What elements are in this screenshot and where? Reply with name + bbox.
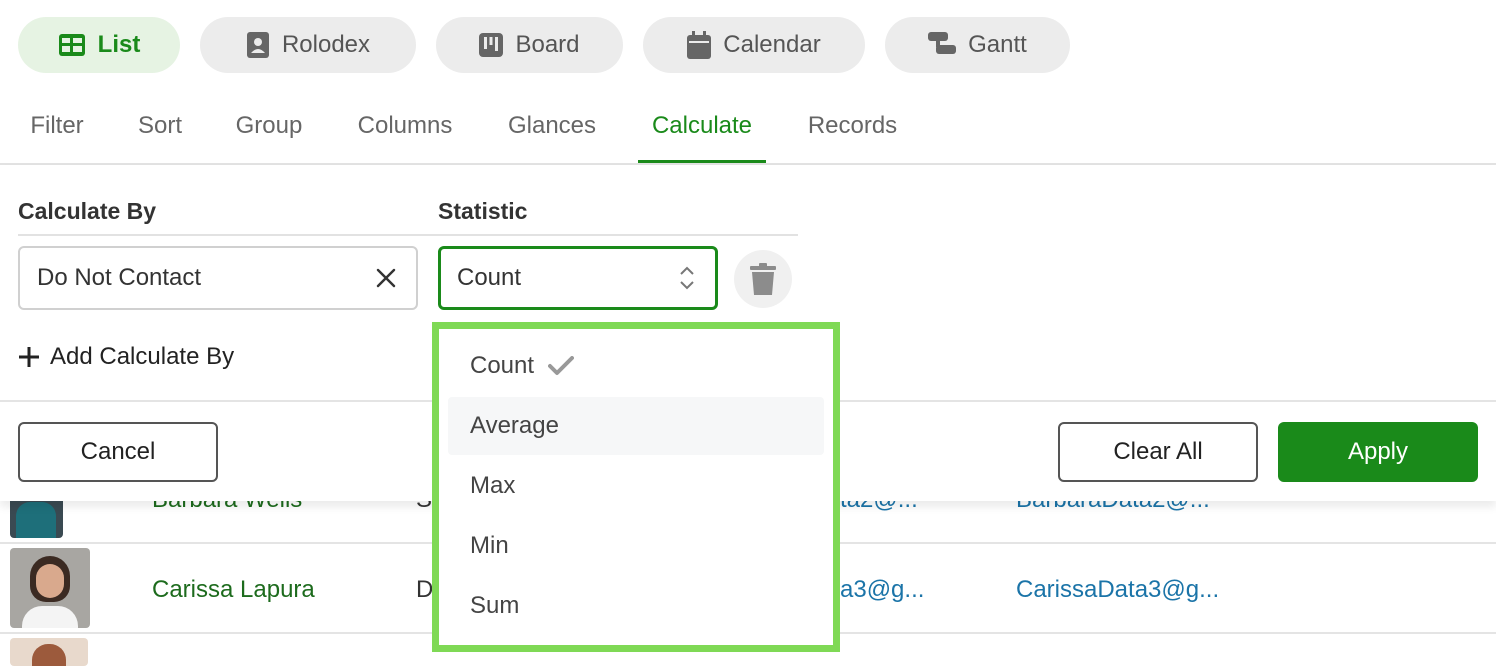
add-calculate-by-label: Add Calculate By	[50, 343, 235, 370]
tab-group[interactable]: Group	[233, 112, 305, 164]
view-rolodex-button[interactable]: Rolodex	[200, 17, 416, 73]
tab-glances-label: Glances	[507, 112, 597, 139]
checkmark-icon	[548, 356, 575, 375]
calendar-icon	[687, 31, 712, 59]
tab-group-label: Group	[235, 112, 303, 139]
tab-filter[interactable]: Filter	[28, 112, 86, 164]
tab-glances[interactable]: Glances	[506, 112, 598, 164]
tab-sort-label: Sort	[137, 112, 182, 139]
view-calendar-button[interactable]: Calendar	[643, 17, 865, 73]
tab-columns[interactable]: Columns	[355, 112, 455, 164]
statistic-dropdown-menu: Count Average Max Min Sum	[432, 322, 840, 652]
option-average-label: Average	[470, 412, 559, 439]
view-rolodex-label: Rolodex	[281, 31, 371, 58]
option-max-label: Max	[470, 472, 516, 499]
apply-button[interactable]: Apply	[1278, 422, 1478, 482]
option-average[interactable]: Average	[448, 397, 824, 455]
clear-all-button[interactable]: Clear All	[1058, 422, 1258, 482]
option-sum-label: Sum	[470, 592, 520, 619]
view-list-label: List	[97, 31, 141, 58]
tab-calculate-label: Calculate	[651, 112, 753, 139]
trash-icon	[750, 263, 776, 295]
statistic-heading: Statistic	[438, 198, 528, 224]
kanban-board-icon	[479, 33, 504, 57]
header-divider	[18, 234, 798, 236]
row-email-link[interactable]: CarissaData3@g...	[1016, 576, 1219, 604]
chevron-up-down-icon	[680, 266, 694, 290]
view-list-button[interactable]: List	[18, 17, 180, 73]
gantt-icon	[928, 32, 957, 54]
tab-records[interactable]: Records	[806, 112, 899, 164]
tab-records-label: Records	[807, 112, 898, 139]
option-min-label: Min	[470, 532, 509, 559]
avatar	[10, 548, 90, 628]
row-field: D	[416, 576, 434, 603]
option-sum[interactable]: Sum	[448, 577, 824, 635]
tab-filter-label: Filter	[30, 112, 84, 139]
tab-calculate[interactable]: Calculate	[638, 112, 766, 164]
view-gantt-button[interactable]: Gantt	[885, 17, 1070, 73]
statistic-value: Count	[457, 264, 522, 291]
table-icon	[58, 34, 85, 56]
avatar	[10, 638, 88, 666]
view-calendar-label: Calendar	[723, 31, 821, 58]
contact-card-icon	[246, 32, 269, 58]
calculate-by-select[interactable]: Do Not Contact	[18, 246, 418, 310]
row-name[interactable]: Carissa Lapura	[152, 576, 315, 604]
view-gantt-label: Gantt	[968, 31, 1027, 58]
plus-icon	[19, 347, 39, 367]
cancel-button[interactable]: Cancel	[18, 422, 218, 482]
add-calculate-by-button[interactable]: Add Calculate By	[18, 340, 234, 374]
option-min[interactable]: Min	[448, 517, 824, 575]
view-board-button[interactable]: Board	[436, 17, 623, 73]
calculate-by-value: Do Not Contact	[37, 264, 202, 291]
statistic-select[interactable]: Count	[438, 246, 718, 310]
option-max[interactable]: Max	[448, 457, 824, 515]
calculate-by-heading: Calculate By	[18, 198, 157, 224]
delete-button[interactable]	[734, 250, 792, 308]
row-email-link[interactable]: a3@g...	[840, 576, 924, 604]
clear-icon[interactable]	[374, 266, 398, 290]
option-count[interactable]: Count	[448, 337, 824, 395]
tab-sort[interactable]: Sort	[136, 112, 184, 164]
view-board-label: Board	[515, 31, 580, 58]
option-count-label: Count	[470, 352, 535, 379]
tab-columns-label: Columns	[357, 112, 453, 139]
